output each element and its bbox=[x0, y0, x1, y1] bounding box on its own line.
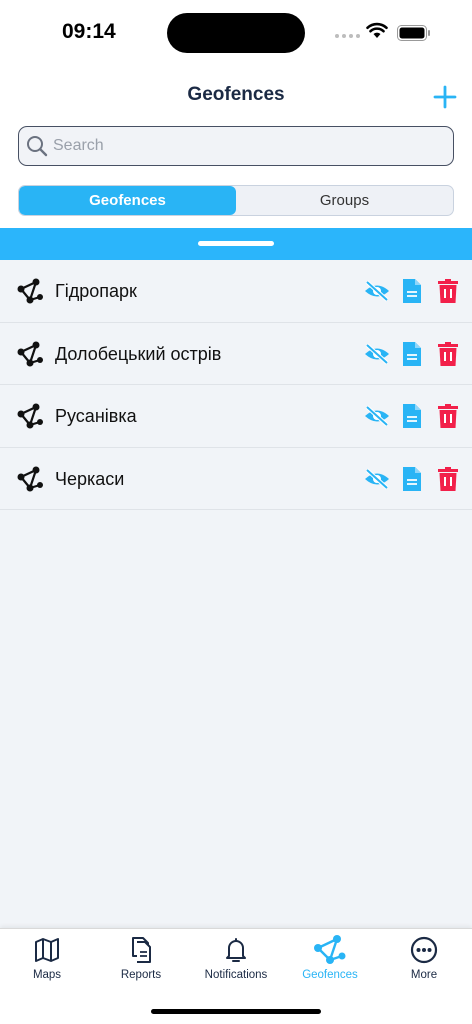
list-item[interactable]: Русанівка bbox=[0, 385, 472, 448]
tab-label: Notifications bbox=[204, 969, 268, 981]
document-icon[interactable] bbox=[401, 278, 423, 304]
list-item[interactable]: Гідропарк bbox=[0, 260, 472, 323]
search-icon bbox=[27, 136, 48, 157]
polygon-icon bbox=[17, 341, 43, 366]
search-input[interactable] bbox=[53, 127, 445, 164]
tab-label: More bbox=[410, 969, 438, 981]
add-geofence-button[interactable] bbox=[428, 80, 462, 114]
document-icon[interactable] bbox=[401, 466, 423, 492]
eye-hidden-icon[interactable] bbox=[363, 343, 391, 365]
trash-icon[interactable] bbox=[437, 341, 459, 367]
home-indicator bbox=[151, 1009, 321, 1014]
cellular-signal-icon bbox=[335, 34, 360, 38]
eye-hidden-icon[interactable] bbox=[363, 280, 391, 302]
trash-icon[interactable] bbox=[437, 403, 459, 429]
geofence-name: Долобецький острів bbox=[55, 343, 222, 364]
polygon-icon bbox=[17, 278, 43, 304]
eye-hidden-icon[interactable] bbox=[363, 405, 391, 427]
geofence-name: Гідропарк bbox=[55, 281, 137, 301]
tab-label: Maps bbox=[32, 969, 62, 981]
tab-notifications[interactable]: Notifications bbox=[189, 935, 283, 991]
drag-handle[interactable] bbox=[198, 241, 274, 246]
tab-label: Reports bbox=[120, 969, 162, 981]
polygon-icon bbox=[17, 466, 43, 491]
map-icon bbox=[35, 938, 59, 962]
geofence-icon bbox=[314, 935, 346, 964]
tab-maps[interactable]: Maps bbox=[0, 935, 94, 991]
status-bar: 09:14 bbox=[0, 0, 472, 66]
segmented-control: Geofences Groups bbox=[18, 185, 454, 216]
status-time: 09:14 bbox=[62, 20, 116, 43]
reports-icon bbox=[132, 937, 151, 963]
document-icon[interactable] bbox=[401, 403, 423, 429]
list-item[interactable]: Долобецький острів bbox=[0, 323, 472, 385]
geofence-list: Гідропарк Долобецький острів Русанівка Ч… bbox=[0, 260, 472, 928]
tab-geofences[interactable]: Geofences bbox=[283, 935, 377, 991]
search-bar[interactable] bbox=[18, 126, 454, 166]
dynamic-island bbox=[167, 13, 305, 53]
sheet-header bbox=[0, 228, 472, 260]
document-icon[interactable] bbox=[401, 341, 423, 367]
segment-groups[interactable]: Groups bbox=[236, 186, 453, 215]
wifi-icon bbox=[366, 22, 388, 38]
polygon-icon bbox=[17, 403, 43, 429]
eye-hidden-icon[interactable] bbox=[363, 468, 391, 490]
trash-icon[interactable] bbox=[437, 466, 459, 492]
battery-icon bbox=[397, 25, 430, 41]
tab-more[interactable]: More bbox=[377, 935, 471, 991]
geofence-name: Черкаси bbox=[55, 468, 125, 489]
page-title: Geofences bbox=[187, 84, 285, 105]
more-icon bbox=[410, 936, 438, 964]
geofence-name: Русанівка bbox=[55, 406, 137, 426]
bell-icon bbox=[226, 938, 246, 962]
segment-geofences[interactable]: Geofences bbox=[19, 186, 236, 215]
trash-icon[interactable] bbox=[437, 278, 459, 304]
tab-reports[interactable]: Reports bbox=[94, 935, 188, 991]
list-item[interactable]: Черкаси bbox=[0, 448, 472, 510]
tab-label: Geofences bbox=[302, 969, 358, 981]
